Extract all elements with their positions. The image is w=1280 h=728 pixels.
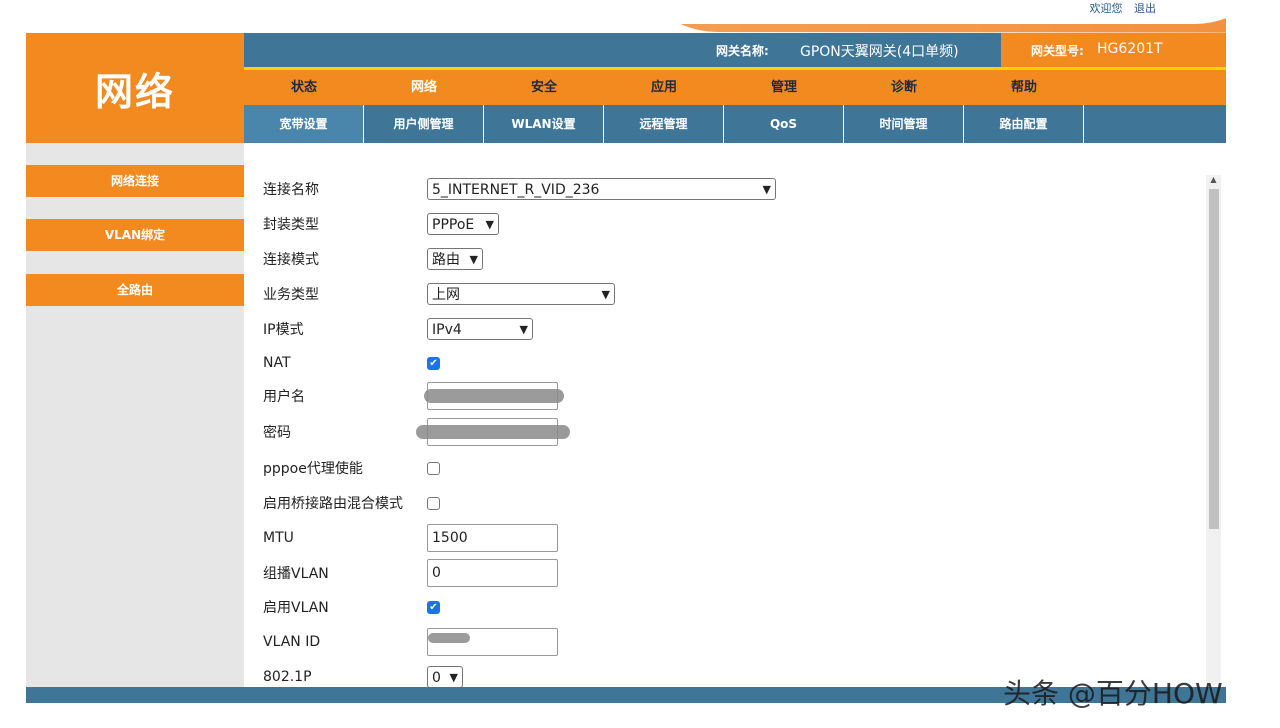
bridge-mix-label: 启用桥接路由混合模式: [263, 496, 403, 512]
welcome-link[interactable]: 欢迎您: [1090, 2, 1123, 15]
section-logo: 网络: [26, 33, 244, 143]
enable-vlan-checkbox[interactable]: ✔: [427, 600, 440, 614]
username-label: 用户名: [263, 389, 305, 405]
mtu-input[interactable]: 1500: [427, 524, 558, 552]
ip-mode-value: IPv4: [432, 322, 462, 338]
row-ip-mode: IP模式 IPv4 ▼: [263, 317, 533, 341]
tab-lan[interactable]: 用户侧管理: [364, 105, 484, 143]
nav-security[interactable]: 安全: [484, 70, 604, 105]
top-banner: 欢迎您 退出: [26, 0, 1226, 33]
sidebar-item-connection[interactable]: 网络连接: [26, 165, 244, 197]
nat-checkbox[interactable]: ✔: [427, 356, 440, 370]
scrollbar-thumb[interactable]: [1209, 189, 1219, 529]
left-sidebar: 网络连接 VLAN绑定 全路由: [26, 143, 244, 688]
top-links: 欢迎您 退出: [1082, 0, 1157, 16]
chevron-down-icon: ▼: [601, 288, 610, 301]
vlan-id-label: VLAN ID: [263, 634, 321, 650]
gateway-model-label: 网关型号:: [1031, 44, 1084, 58]
service-type-label: 业务类型: [263, 287, 319, 303]
multicast-vlan-label: 组播VLAN: [263, 566, 329, 582]
mtu-label: MTU: [263, 530, 294, 546]
tab-wlan[interactable]: WLAN设置: [484, 105, 604, 143]
nav-network[interactable]: 网络: [364, 70, 484, 105]
bridge-mix-checkbox[interactable]: [427, 496, 440, 510]
chevron-down-icon: ▼: [762, 183, 771, 196]
row-vlan-id: VLAN ID: [263, 628, 558, 656]
tab-qos[interactable]: QoS: [724, 105, 844, 143]
conn-mode-label: 连接模式: [263, 252, 319, 268]
connection-name-label: 连接名称: [263, 182, 319, 198]
enable-vlan-label: 启用VLAN: [263, 600, 329, 616]
vlan-id-input[interactable]: [427, 628, 558, 656]
conn-mode-select[interactable]: 路由 ▼: [427, 248, 483, 270]
connection-name-value: 5_INTERNET_R_VID_236: [432, 182, 600, 198]
dot1p-value: 0: [432, 670, 441, 686]
nav-diagnosis[interactable]: 诊断: [844, 70, 964, 105]
gateway-model-box: 网关型号: HG6201T: [1001, 33, 1226, 67]
nav-management[interactable]: 管理: [724, 70, 844, 105]
ip-mode-label: IP模式: [263, 322, 304, 338]
scroll-up-icon[interactable]: ▲: [1206, 175, 1221, 184]
dot1p-label: 802.1P: [263, 669, 312, 685]
password-input[interactable]: [416, 418, 570, 446]
pppoe-proxy-checkbox[interactable]: [427, 461, 440, 475]
ip-mode-select[interactable]: IPv4 ▼: [427, 318, 533, 340]
nat-label: NAT: [263, 355, 291, 371]
tab-time[interactable]: 时间管理: [844, 105, 964, 143]
redaction-scribble: [424, 389, 564, 403]
nav-help[interactable]: 帮助: [964, 70, 1084, 105]
row-username: 用户名: [263, 382, 564, 410]
vertical-scrollbar[interactable]: ▲: [1206, 175, 1221, 685]
dot1p-select[interactable]: 0 ▼: [427, 666, 463, 688]
chevron-down-icon: ▼: [485, 218, 494, 231]
service-type-value: 上网: [432, 287, 460, 303]
username-input[interactable]: [424, 382, 564, 410]
conn-mode-value: 路由: [432, 252, 460, 268]
row-enable-vlan: 启用VLAN ✔: [263, 595, 440, 619]
encap-type-select[interactable]: PPPoE ▼: [427, 213, 499, 235]
logout-link[interactable]: 退出: [1134, 2, 1156, 15]
pppoe-proxy-label: pppoe代理使能: [263, 461, 363, 477]
sidebar-item-full-routing[interactable]: 全路由: [26, 274, 244, 306]
gateway-name-label: 网关名称:: [716, 44, 769, 58]
gateway-model-value: HG6201T: [1097, 41, 1163, 57]
row-connection-name: 连接名称 5_INTERNET_R_VID_236 ▼: [263, 177, 776, 201]
row-multicast-vlan: 组播VLAN 0: [263, 559, 558, 587]
encap-type-label: 封装类型: [263, 217, 319, 233]
row-service-type: 业务类型 上网 ▼: [263, 282, 615, 306]
row-password: 密码: [263, 418, 570, 446]
nav-application[interactable]: 应用: [604, 70, 724, 105]
sidebar-item-vlan-binding[interactable]: VLAN绑定: [26, 219, 244, 251]
password-label: 密码: [263, 425, 291, 441]
nav-status[interactable]: 状态: [244, 70, 364, 105]
checkmark-icon: ✔: [429, 357, 438, 369]
main-nav: 状态 网络 安全 应用 管理 诊断 帮助: [244, 67, 1226, 105]
encap-type-value: PPPoE: [432, 217, 475, 233]
row-conn-mode: 连接模式 路由 ▼: [263, 247, 483, 271]
sub-nav: 宽带设置 用户侧管理 WLAN设置 远程管理 QoS 时间管理 路由配置: [244, 105, 1226, 143]
row-nat: NAT ✔: [263, 351, 440, 375]
row-encap-type: 封装类型 PPPoE ▼: [263, 212, 499, 236]
header-bar: 网关名称: GPON天翼网关(4口单频) 网关型号: HG6201T: [244, 33, 1226, 67]
row-pppoe-proxy: pppoe代理使能: [263, 456, 440, 480]
multicast-vlan-input[interactable]: 0: [427, 559, 558, 587]
chevron-down-icon: ▼: [519, 323, 528, 336]
checkmark-icon: ✔: [429, 601, 438, 613]
row-bridge-mix: 启用桥接路由混合模式: [263, 491, 440, 515]
connection-name-select[interactable]: 5_INTERNET_R_VID_236 ▼: [427, 178, 776, 200]
tab-remote[interactable]: 远程管理: [604, 105, 724, 143]
watermark: 头条 @百分HOW: [1003, 677, 1223, 710]
chevron-down-icon: ▼: [469, 253, 478, 266]
tab-routing[interactable]: 路由配置: [964, 105, 1084, 143]
tab-broadband[interactable]: 宽带设置: [244, 105, 364, 143]
row-dot1p: 802.1P 0 ▼: [263, 665, 463, 689]
main-content: 连接名称 5_INTERNET_R_VID_236 ▼ 封装类型 PPPoE ▼ 连…: [244, 143, 1226, 688]
gateway-name-value: GPON天翼网关(4口单频): [800, 44, 959, 60]
redaction-scribble: [416, 425, 570, 439]
redaction-scribble: [428, 633, 470, 643]
service-type-select[interactable]: 上网 ▼: [427, 283, 615, 305]
row-mtu: MTU 1500: [263, 524, 558, 552]
chevron-down-icon: ▼: [449, 671, 458, 684]
